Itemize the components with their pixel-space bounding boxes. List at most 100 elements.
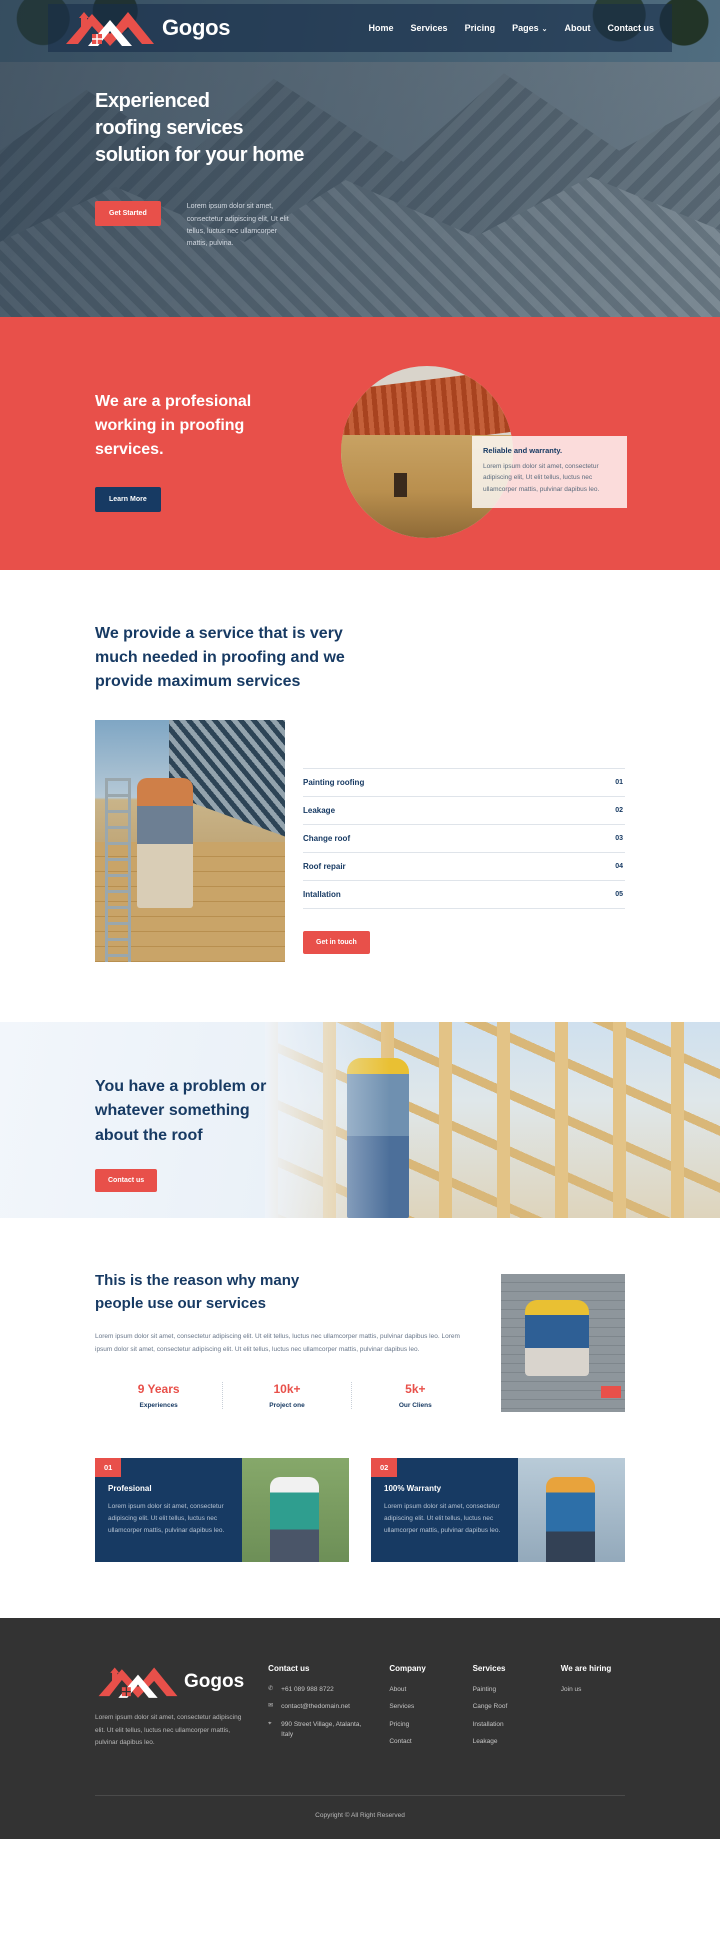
feature-card-2[interactable]: 02 100% Warranty Lorem ipsum dolor sit a… (371, 1458, 625, 1562)
footer-contact-column: Contact us ✆ +61 089 988 8722 ✉ contact@… (268, 1664, 365, 1755)
footer-top: Gogos Lorem ipsum dolor sit amet, consec… (95, 1664, 625, 1755)
promo-left: We are a profesional working in proofing… (95, 372, 335, 512)
reason-paragraph: Lorem ipsum dolor sit amet, consectetur … (95, 1333, 460, 1353)
footer-contact-address: ⌖ 990 Street Village, Atalanta, Italy (268, 1720, 365, 1741)
footer-services-column: Services Painting Cange Roof Installatio… (473, 1664, 537, 1755)
promo-title-line-3: services. (95, 441, 164, 458)
service-name: Roof repair (303, 862, 346, 871)
banner-title-line-2: whatever something (95, 1102, 250, 1120)
banner-image (265, 1022, 720, 1218)
stat-label: Our Cliens (398, 1402, 432, 1409)
footer-link-join-us[interactable]: Join us (561, 1685, 625, 1695)
promo-title-line-1: We are a profesional (95, 393, 252, 410)
stats-row: 9 Years Experiences 10k+ Project one 5k+… (95, 1382, 479, 1409)
stat-label: Project one (269, 1402, 305, 1409)
card-text: Lorem ipsum dolor sit amet, consectetur … (108, 1503, 225, 1535)
worker-figure (270, 1476, 320, 1562)
footer-brand-block: Gogos Lorem ipsum dolor sit amet, consec… (95, 1664, 244, 1755)
footer-contact-phone[interactable]: ✆ +61 089 988 8722 (268, 1685, 365, 1695)
footer-contact-heading: Contact us (268, 1664, 310, 1673)
service-number: 02 (615, 807, 623, 814)
nav-services[interactable]: Services (411, 23, 448, 33)
footer-logo[interactable]: Gogos (95, 1664, 244, 1700)
mail-icon: ✉ (268, 1703, 274, 1710)
banner-content: You have a problem or whatever something… (95, 1075, 266, 1192)
reason-image (501, 1274, 625, 1412)
footer-link-installation[interactable]: Installation (473, 1720, 537, 1730)
stat-value: 10k+ (273, 1382, 301, 1396)
service-row-4[interactable]: Roof repair 04 (303, 853, 625, 881)
toolbox-detail (601, 1386, 621, 1398)
footer-link-contact[interactable]: Contact (389, 1737, 448, 1747)
footer-link-change-roof[interactable]: Cange Roof (473, 1702, 537, 1712)
brand-name: Gogos (162, 15, 231, 40)
get-started-button[interactable]: Get Started (95, 201, 161, 227)
reliability-card-title: Reliable and warranty. (483, 446, 563, 455)
promo-right: Reliable and warranty. Lorem ipsum dolor… (335, 366, 627, 538)
footer-company-column: Company About Services Pricing Contact (389, 1664, 448, 1755)
site-footer: Gogos Lorem ipsum dolor sit amet, consec… (0, 1618, 720, 1839)
service-row-2[interactable]: Leakage 02 (303, 797, 625, 825)
phone-icon: ✆ (268, 1686, 274, 1692)
roof-logo-icon (62, 4, 158, 48)
services-section: We provide a service that is very much n… (0, 570, 720, 1022)
services-title: We provide a service that is very much n… (95, 622, 625, 694)
services-list: Painting roofing 01 Leakage 02 Change ro… (303, 720, 625, 962)
banner-image-fade (265, 1022, 390, 1218)
problem-banner-section: You have a problem or whatever something… (0, 1022, 720, 1218)
location-icon: ⌖ (268, 1720, 272, 1727)
page-root: Gogos Home Services Pricing Pages ⌄ About… (0, 0, 720, 1839)
footer-link-about[interactable]: About (389, 1685, 448, 1695)
reason-section: This is the reason why many people use o… (0, 1218, 720, 1446)
card-badge: 01 (95, 1458, 122, 1477)
footer-link-services[interactable]: Services (389, 1702, 448, 1712)
chevron-down-icon: ⌄ (541, 26, 548, 33)
footer-link-pricing[interactable]: Pricing (389, 1720, 448, 1730)
nav-pricing[interactable]: Pricing (465, 23, 496, 33)
footer-copyright: Copyright © All Right Reserved (315, 1811, 405, 1819)
brand-logo[interactable]: Gogos (62, 8, 230, 48)
nav-contact[interactable]: Contact us (607, 23, 654, 33)
footer-contact-address-text: 990 Street Village, Atalanta, Italy (281, 1720, 362, 1739)
service-row-1[interactable]: Painting roofing 01 (303, 768, 625, 797)
service-name: Painting roofing (303, 778, 365, 787)
footer-hiring-column: We are hiring Join us (561, 1664, 625, 1755)
footer-hiring-heading: We are hiring (560, 1664, 612, 1673)
feature-cards-section: 01 Profesional Lorem ipsum dolor sit ame… (0, 1446, 720, 1618)
stat-experiences: 9 Years Experiences (95, 1382, 222, 1409)
stat-projects: 10k+ Project one (222, 1382, 350, 1409)
main-navbar: Gogos Home Services Pricing Pages ⌄ About… (48, 4, 672, 52)
service-row-5[interactable]: Intallation 05 (303, 881, 625, 909)
service-name: Intallation (303, 890, 341, 899)
footer-contact-phone-text: +61 089 988 8722 (281, 1686, 334, 1693)
service-row-3[interactable]: Change roof 03 (303, 825, 625, 853)
footer-link-leakage[interactable]: Leakage (473, 1737, 537, 1747)
nav-home[interactable]: Home (369, 23, 394, 33)
footer-contact-email[interactable]: ✉ contact@thedomain.net (268, 1702, 365, 1712)
banner-title-line-1: You have a problem or (95, 1078, 267, 1095)
promo-wrap: We are a profesional working in proofing… (0, 366, 720, 538)
service-name: Leakage (303, 806, 336, 815)
roofer-photo (95, 720, 285, 962)
get-in-touch-button[interactable]: Get in touch (303, 931, 370, 954)
contact-us-button[interactable]: Contact us (95, 1168, 158, 1192)
card-text: Lorem ipsum dolor sit amet, consectetur … (384, 1503, 501, 1535)
stat-value: 9 Years (137, 1382, 180, 1396)
footer-link-painting[interactable]: Painting (473, 1685, 537, 1695)
hero-content: Experienced roofing services solution fo… (95, 88, 635, 250)
services-title-line-3: provide maximum services (95, 673, 301, 690)
footer-contact-email-text: contact@thedomain.net (281, 1703, 350, 1711)
reason-title-line-1: This is the reason why many (95, 1272, 300, 1289)
worker-figure (525, 1300, 589, 1376)
feature-card-1[interactable]: 01 Profesional Lorem ipsum dolor sit ame… (95, 1458, 349, 1562)
reason-left: This is the reason why many people use o… (95, 1270, 479, 1412)
promo-window-detail (394, 472, 408, 497)
service-number: 01 (615, 779, 623, 786)
roof-logo-icon (95, 1660, 181, 1700)
nav-pages[interactable]: Pages ⌄ (512, 23, 547, 33)
stat-value: 5k+ (405, 1382, 426, 1396)
service-number: 05 (615, 891, 623, 898)
learn-more-button[interactable]: Learn More (95, 487, 161, 512)
nav-about[interactable]: About (564, 23, 590, 33)
reason-title-line-2: people use our services (95, 1294, 266, 1312)
